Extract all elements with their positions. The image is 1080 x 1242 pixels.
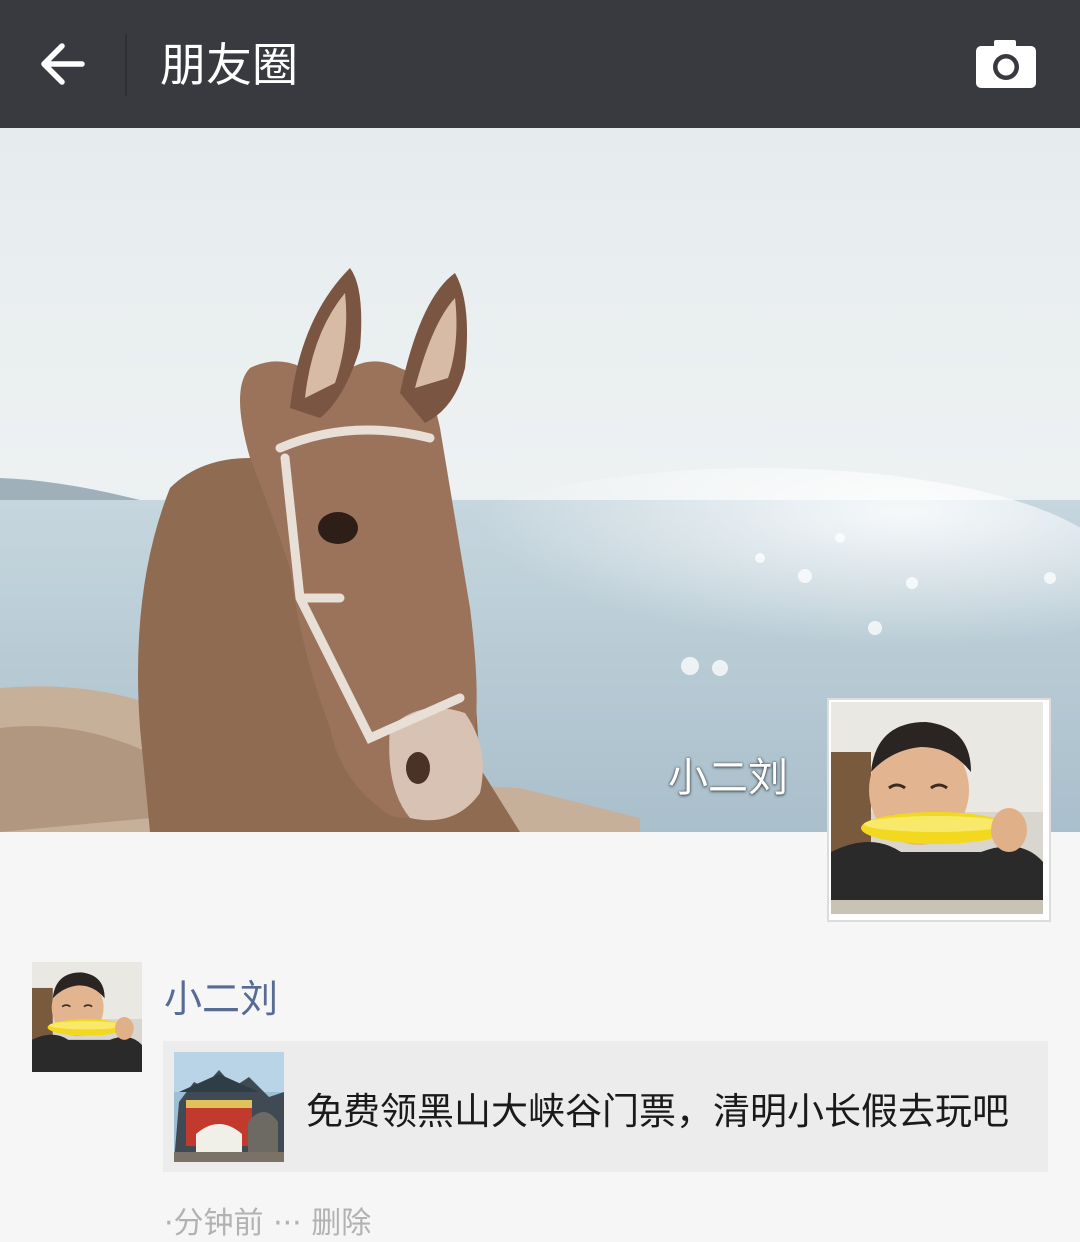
post-author-avatar[interactable] — [32, 962, 142, 1072]
title-divider — [125, 34, 127, 96]
profile-name[interactable]: 小二刘 — [668, 745, 788, 803]
profile-avatar[interactable] — [827, 698, 1051, 922]
shared-link-title: 免费领黑山大峡谷门票，清明小长假去玩吧 — [306, 1090, 1009, 1133]
shared-link-card[interactable]: 免费领黑山大峡谷门票，清明小长假去玩吧 — [163, 1041, 1048, 1172]
camera-button[interactable] — [970, 36, 1042, 92]
camera-icon — [976, 40, 1036, 88]
page-title: 朋友圈 — [160, 38, 298, 92]
arrow-left-icon — [41, 43, 85, 85]
top-bar: 朋友圈 — [0, 0, 1080, 128]
post-meta-partial: ·分钟前 ··· 删除 — [164, 1206, 372, 1241]
post-author-name[interactable]: 小二刘 — [164, 968, 278, 1023]
shared-link-thumbnail — [174, 1052, 284, 1162]
back-button[interactable] — [30, 30, 98, 98]
